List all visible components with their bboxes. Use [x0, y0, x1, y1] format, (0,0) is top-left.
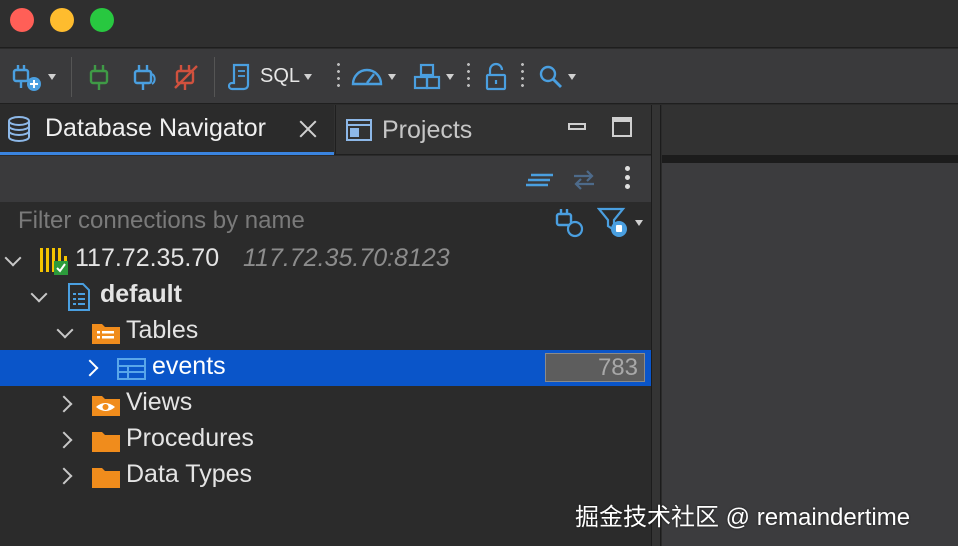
chevron-down-icon[interactable] [304, 73, 313, 80]
tree-node-tables[interactable]: Tables [0, 314, 651, 350]
procedures-label: Procedures [126, 424, 254, 452]
link-with-editor-icon[interactable] [570, 168, 598, 192]
minimize-view-icon[interactable] [568, 123, 586, 130]
boxes-icon [413, 63, 441, 89]
maximize-view-icon[interactable] [612, 117, 632, 137]
chevron-right-icon[interactable] [60, 433, 74, 447]
connect-button[interactable] [86, 49, 112, 104]
tree-node-database[interactable]: default [0, 278, 651, 314]
database-doc-icon [68, 283, 90, 311]
database-label: default [100, 280, 182, 308]
chevron-down-icon[interactable] [635, 220, 643, 226]
data-types-label: Data Types [126, 460, 253, 488]
toolbar-divider [71, 57, 72, 97]
editor-area [662, 105, 958, 546]
navigator-toolbar [0, 156, 651, 202]
watermark-text: 掘金技术社区 @ remaindertime [575, 504, 911, 531]
close-window-button[interactable] [10, 8, 34, 32]
sql-label: SQL [260, 65, 301, 87]
chevron-down-icon[interactable] [32, 290, 46, 304]
tab-database-navigator[interactable]: Database Navigator [0, 105, 334, 155]
chevron-down-icon[interactable] [48, 73, 56, 80]
plug-reconnect-icon [133, 64, 156, 90]
panel-splitter[interactable] [651, 105, 661, 546]
search-button[interactable] [538, 49, 576, 104]
maximize-window-button[interactable] [90, 8, 114, 32]
plug-connect-icon [89, 64, 109, 90]
toolbar-grip [337, 61, 340, 91]
folder-icon [92, 468, 120, 488]
tree-node-events-table[interactable]: events 783 [0, 350, 651, 386]
chevron-right-icon[interactable] [60, 397, 74, 411]
toolbar-divider [214, 57, 215, 97]
tables-label: Tables [126, 316, 199, 344]
deploy-button[interactable] [412, 49, 454, 104]
reconnect-button[interactable] [130, 49, 158, 104]
minimize-window-button[interactable] [50, 8, 74, 32]
dashboard-button[interactable] [350, 49, 396, 104]
filter-bar [0, 202, 651, 240]
editor-header-strip [662, 155, 958, 163]
connection-address: 117.72.35.70:8123 [243, 244, 450, 272]
events-label: events [152, 352, 226, 380]
title-bar [0, 0, 958, 48]
editor-tab-bar [662, 105, 958, 155]
chevron-down-icon[interactable] [388, 73, 396, 80]
row-count-badge: 783 [545, 353, 645, 382]
toolbar-grip [521, 61, 524, 91]
chevron-down-icon[interactable] [6, 254, 20, 268]
database-icon [8, 115, 30, 142]
folder-icon [92, 432, 120, 452]
projects-icon [346, 119, 372, 141]
chevron-down-icon[interactable] [446, 73, 454, 80]
panel-tab-bar: Database Navigator Projects [0, 105, 651, 155]
main-toolbar: SQL [0, 49, 958, 104]
views-label: Views [126, 388, 193, 416]
plug-add-icon [12, 64, 41, 91]
tab-title: Database Navigator [45, 114, 266, 142]
clickhouse-icon [40, 248, 68, 275]
collapse-all-icon[interactable] [525, 172, 555, 188]
search-icon [539, 65, 562, 88]
sql-editor-button[interactable]: SQL [228, 49, 313, 104]
table-icon [117, 358, 146, 380]
tab-title: Projects [382, 115, 473, 144]
script-icon [228, 63, 250, 90]
chevron-right-icon[interactable] [60, 469, 74, 483]
tree-node-data-types[interactable]: Data Types [0, 458, 651, 494]
tables-folder-icon [92, 324, 120, 344]
toolbar-grip [467, 61, 470, 91]
chevron-right-icon[interactable] [86, 361, 100, 375]
filter-connections-input[interactable] [18, 206, 538, 236]
gauge-icon [351, 68, 383, 85]
connection-label: 117.72.35.70 [75, 244, 220, 272]
chevron-down-icon[interactable] [58, 326, 72, 340]
tab-projects[interactable]: Projects [335, 105, 535, 155]
lock-button[interactable] [483, 49, 509, 104]
connection-filter-icon[interactable] [553, 206, 585, 238]
more-options-icon[interactable] [625, 166, 631, 192]
filter-icon[interactable] [597, 206, 631, 238]
lock-icon [485, 62, 507, 90]
new-connection-button[interactable] [10, 49, 56, 104]
eye-folder-icon [92, 396, 120, 416]
close-icon[interactable] [296, 117, 320, 141]
chevron-down-icon[interactable] [568, 73, 576, 80]
tree-node-procedures[interactable]: Procedures [0, 422, 651, 458]
tree-node-connection[interactable]: 117.72.35.70 117.72.35.70:8123 [0, 242, 651, 278]
plug-disconnect-icon [174, 64, 198, 90]
tree-node-views[interactable]: Views [0, 386, 651, 422]
disconnect-button[interactable] [172, 49, 200, 104]
database-navigator-panel: Database Navigator Projects Filter conne… [0, 105, 651, 546]
